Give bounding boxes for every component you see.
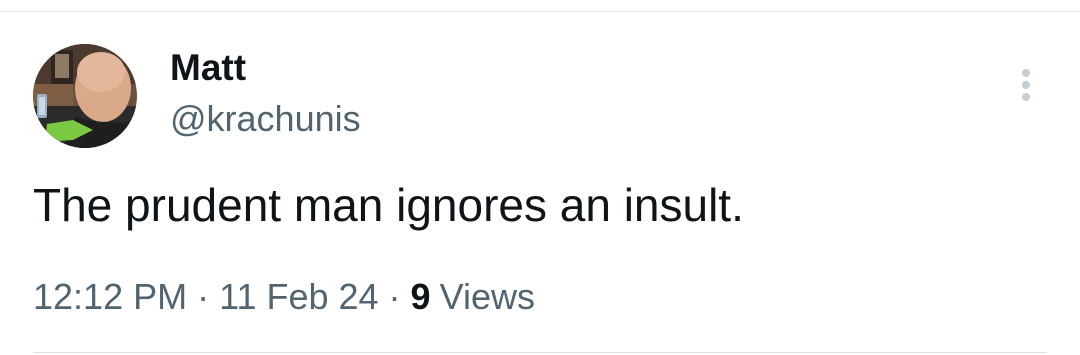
tweet-metadata: 12:12 PM · 11 Feb 24 · 9 Views <box>33 275 535 319</box>
bottom-divider <box>33 352 1047 353</box>
avatar-image <box>33 44 137 148</box>
more-vertical-icon <box>1022 69 1030 101</box>
separator-dot: · <box>388 276 401 317</box>
views-label[interactable]: Views <box>440 276 535 317</box>
author-handle[interactable]: @krachunis <box>170 97 361 141</box>
separator-dot: · <box>197 276 210 317</box>
top-divider <box>0 11 1080 12</box>
author-name[interactable]: Matt <box>170 46 246 90</box>
tweet-date[interactable]: 11 Feb 24 <box>219 276 378 317</box>
views-count[interactable]: 9 <box>411 276 431 317</box>
author-avatar[interactable] <box>33 44 137 148</box>
tweet-time[interactable]: 12:12 PM <box>33 276 187 317</box>
tweet-text: The prudent man ignores an insult. <box>33 179 744 231</box>
more-options-button[interactable] <box>1010 66 1042 106</box>
tweet-detail: Matt @krachunis The prudent man ignores … <box>0 0 1080 355</box>
